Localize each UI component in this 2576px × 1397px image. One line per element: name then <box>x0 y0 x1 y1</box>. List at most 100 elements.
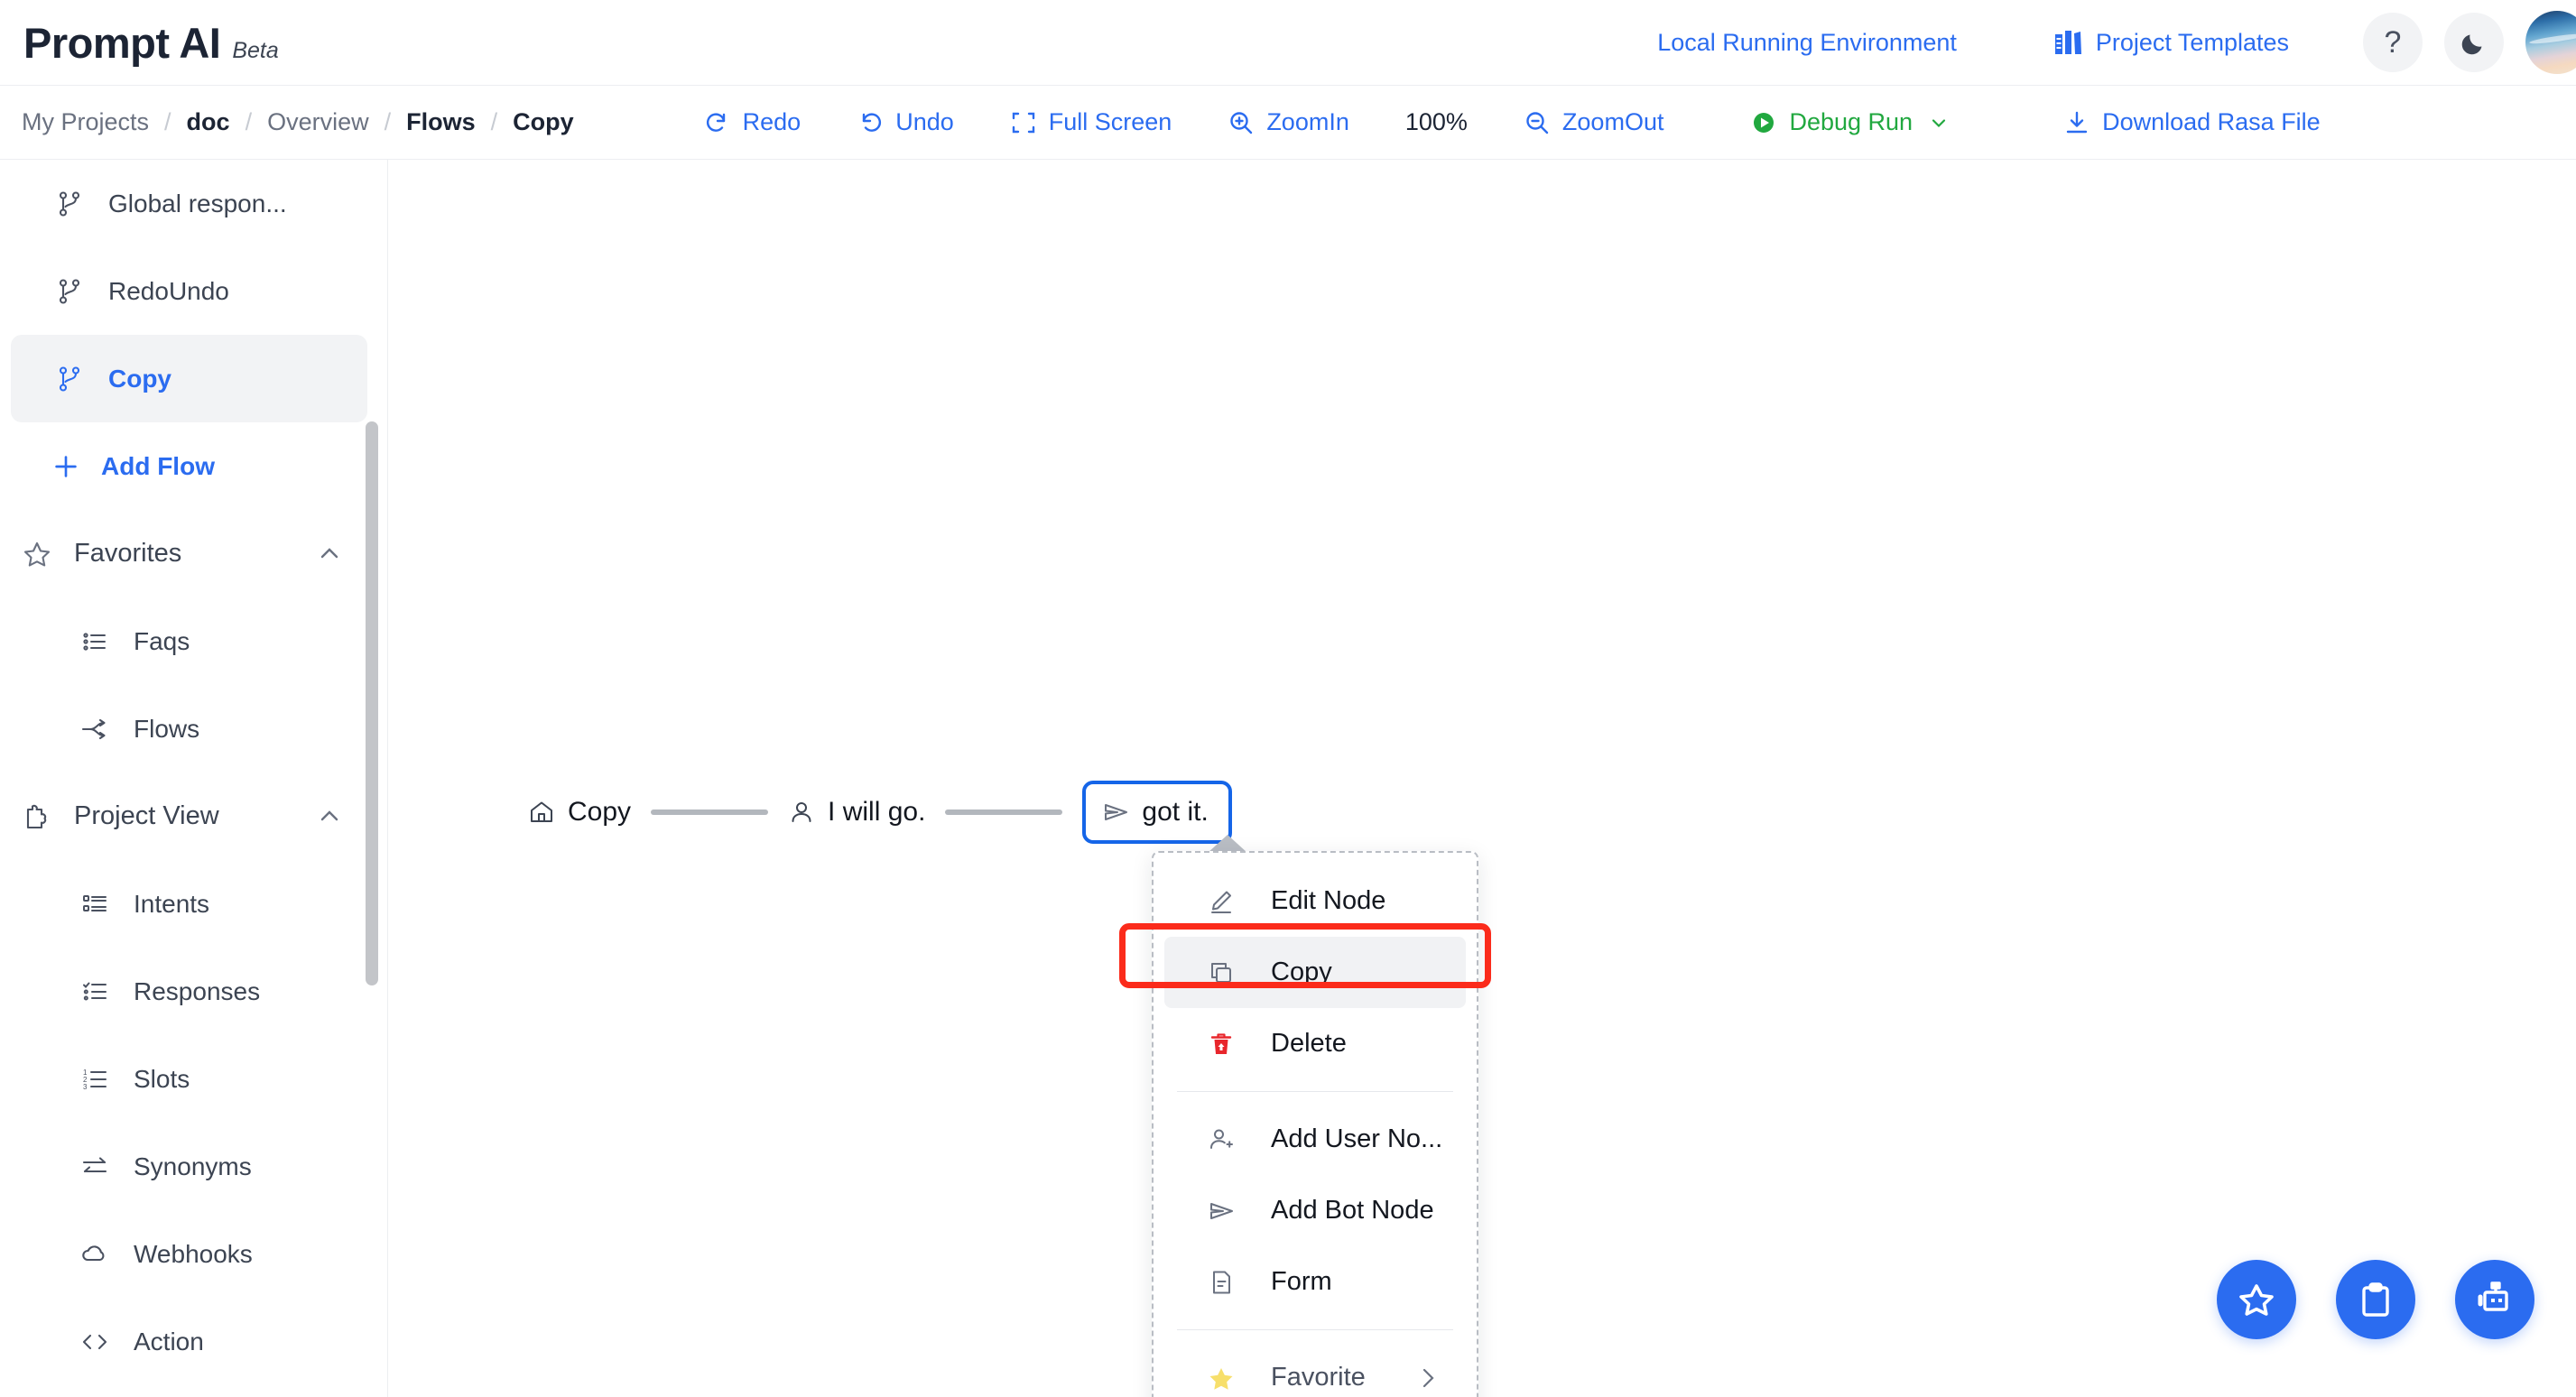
sidebar-item-synonyms[interactable]: Synonyms <box>11 1123 367 1210</box>
robot-icon <box>2474 1279 2516 1320</box>
sidebar-item-webhooks[interactable]: Webhooks <box>11 1210 367 1298</box>
debug-run-button[interactable]: Debug Run <box>1750 108 1950 136</box>
context-menu-pointer <box>1208 835 1247 853</box>
context-menu-item-favorite[interactable]: Favorite <box>1164 1342 1466 1397</box>
star-outline-icon <box>22 539 52 569</box>
breadcrumb-separator: / <box>245 108 253 135</box>
zoom-out-icon <box>1524 109 1551 136</box>
dark-mode-toggle[interactable] <box>2444 13 2504 72</box>
sidebar-item-action[interactable]: Action <box>11 1298 367 1385</box>
redo-label: Redo <box>742 108 802 135</box>
context-menu-item-label: Delete <box>1271 1029 1347 1058</box>
toolbar-actions: Redo Undo Full Screen ZoomIn 100% ZoomOu… <box>704 108 2321 136</box>
cloud-icon <box>79 1239 110 1270</box>
chevron-down-icon <box>1928 112 1950 134</box>
chevron-right-icon <box>1415 1365 1466 1391</box>
question-mark-icon: ? <box>2384 24 2402 60</box>
sidebar-item-label: RedoUndo <box>108 276 229 305</box>
floating-action-buttons <box>2217 1260 2534 1339</box>
context-menu-item-label: Favorite <box>1271 1363 1366 1392</box>
sidebar-item-label: Copy <box>108 364 171 393</box>
breadcrumb-separator: / <box>384 108 392 135</box>
sidebar-section-project-view[interactable]: Project View <box>0 773 387 860</box>
brand-logo: Prompt AI Beta <box>23 18 279 68</box>
favorites-fab-button[interactable] <box>2217 1260 2296 1339</box>
flow-branch-icon <box>54 276 85 307</box>
user-avatar[interactable] <box>2525 11 2576 74</box>
zoom-out-button[interactable]: ZoomOut <box>1524 108 1663 136</box>
add-flow-label: Add Flow <box>101 451 215 480</box>
context-menu-item-delete[interactable]: Delete <box>1164 1008 1466 1079</box>
debug-run-label: Debug Run <box>1789 108 1913 135</box>
sidebar-item-flows[interactable]: Flows <box>11 685 367 773</box>
help-button[interactable]: ? <box>2363 13 2423 72</box>
zoom-in-label: ZoomIn <box>1266 108 1349 135</box>
context-menu-item-add-user-node[interactable]: Add User No... <box>1164 1104 1466 1175</box>
sidebar-section-label: Project View <box>74 801 219 830</box>
full-screen-label: Full Screen <box>1048 108 1172 135</box>
breadcrumb-item-doc[interactable]: doc <box>187 108 230 136</box>
flows-split-icon <box>79 714 110 745</box>
flow-connector <box>651 810 769 815</box>
flow-node-user[interactable]: I will go. <box>788 797 925 828</box>
sidebar-item-faqs[interactable]: Faqs <box>11 597 367 685</box>
context-menu-item-label: Copy <box>1271 958 1332 986</box>
plus-icon <box>51 451 81 482</box>
context-menu-item-label: Add Bot Node <box>1271 1196 1434 1225</box>
moon-icon <box>2460 28 2488 57</box>
sidebar-item-intents[interactable]: Intents <box>11 860 367 948</box>
sidebar-item-redoundo[interactable]: RedoUndo <box>11 247 367 335</box>
context-menu-item-edit-node[interactable]: Edit Node <box>1164 865 1466 937</box>
zoom-in-button[interactable]: ZoomIn <box>1228 108 1349 136</box>
puzzle-icon <box>22 801 52 832</box>
download-icon <box>2063 109 2090 136</box>
breadcrumb: My Projects / doc / Overview / Flows / C… <box>22 108 574 136</box>
sidebar-section-favorites[interactable]: Favorites <box>0 510 387 597</box>
sidebar-item-responses[interactable]: Responses <box>11 948 367 1035</box>
undo-button[interactable]: Undo <box>857 108 954 136</box>
flow-node-row: Copy I will go. got it. <box>528 781 1232 844</box>
flow-canvas[interactable]: Copy I will go. got it. <box>388 160 2576 1397</box>
breadcrumb-item-copy[interactable]: Copy <box>513 108 574 136</box>
clipboard-fab-button[interactable] <box>2336 1260 2415 1339</box>
add-flow-button[interactable]: Add Flow <box>11 422 367 510</box>
context-menu-item-label: Edit Node <box>1271 886 1386 915</box>
redo-button[interactable]: Redo <box>704 108 802 136</box>
local-running-environment-link[interactable]: Local Running Environment <box>1657 29 1957 57</box>
context-menu-item-add-bot-node[interactable]: Add Bot Node <box>1164 1175 1466 1246</box>
sidebar-item-global-responses[interactable]: Global respon... <box>11 160 367 247</box>
star-icon <box>2236 1279 2277 1320</box>
context-menu-item-form[interactable]: Form <box>1164 1246 1466 1318</box>
full-screen-button[interactable]: Full Screen <box>1010 108 1172 136</box>
flow-node-label: I will go. <box>828 797 926 827</box>
sidebar-item-copy[interactable]: Copy <box>11 335 367 422</box>
list-icon <box>79 626 110 657</box>
pencil-icon <box>1206 886 1237 917</box>
project-templates-link[interactable]: Project Templates <box>2054 29 2289 57</box>
svg-text:3: 3 <box>83 1083 88 1091</box>
breadcrumb-item-my-projects[interactable]: My Projects <box>22 108 149 136</box>
context-menu-item-copy[interactable]: Copy <box>1164 937 1466 1008</box>
breadcrumb-item-flows[interactable]: Flows <box>406 108 476 136</box>
context-menu-item-label: Add User No... <box>1271 1124 1443 1153</box>
sidebar-item-slots[interactable]: 1 2 3 Slots <box>11 1035 367 1123</box>
star-filled-icon <box>1206 1363 1237 1393</box>
send-icon <box>1102 799 1129 826</box>
context-menu-divider <box>1177 1329 1453 1330</box>
context-menu-item-label: Form <box>1271 1267 1332 1296</box>
play-icon <box>1750 109 1777 136</box>
sidebar-scrollbar-thumb[interactable] <box>366 421 378 985</box>
download-rasa-file-button[interactable]: Download Rasa File <box>2063 108 2321 136</box>
breadcrumb-item-overview[interactable]: Overview <box>267 108 369 136</box>
node-context-menu: Edit Node Copy Delete Add User No... Add… <box>1152 851 1478 1397</box>
fullscreen-icon <box>1010 109 1037 136</box>
flow-node-start[interactable]: Copy <box>528 797 631 828</box>
bot-fab-button[interactable] <box>2455 1260 2534 1339</box>
user-plus-icon <box>1206 1124 1237 1155</box>
redo-icon <box>704 109 731 136</box>
send-icon <box>1206 1196 1237 1226</box>
sidebar-item-label: Slots <box>134 1064 190 1093</box>
chevron-up-icon <box>315 540 344 569</box>
sidebar-scrollbar-track[interactable] <box>364 160 380 1397</box>
local-running-environment-label: Local Running Environment <box>1657 28 1957 56</box>
